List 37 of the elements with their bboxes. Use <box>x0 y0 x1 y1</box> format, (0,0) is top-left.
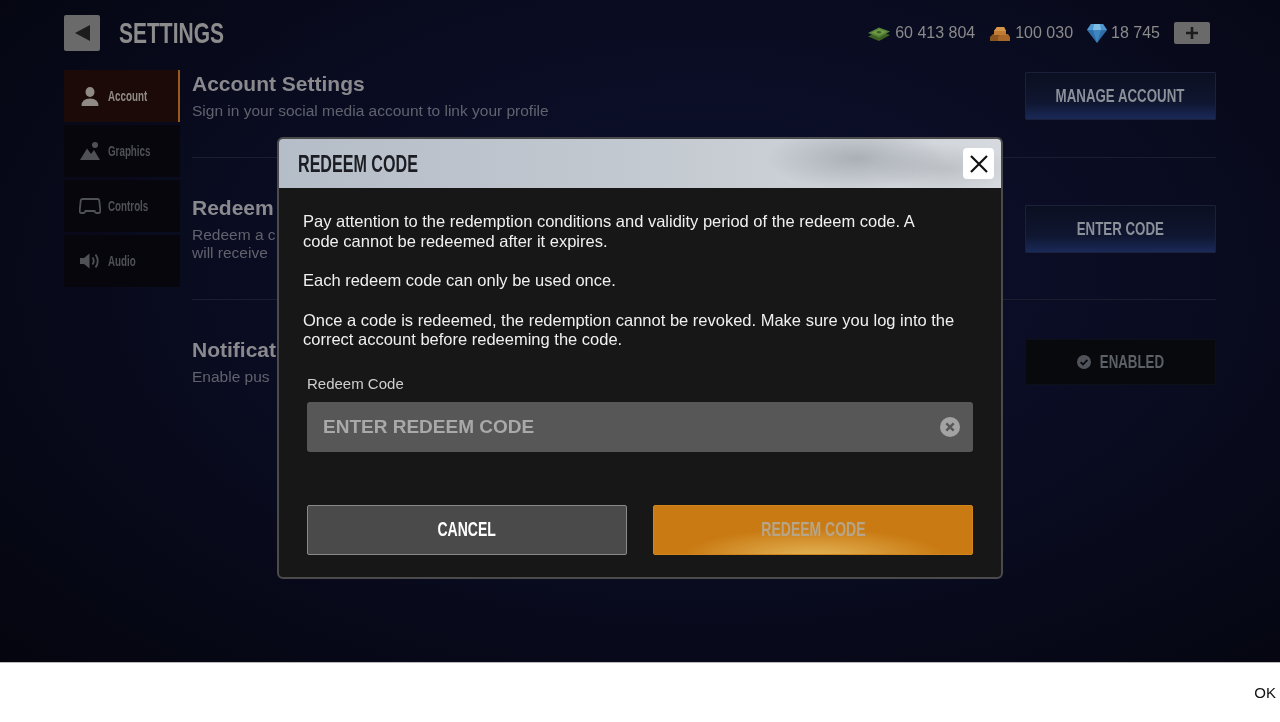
page-title: SETTINGS <box>119 15 224 51</box>
close-button[interactable] <box>963 148 994 179</box>
field-label: Redeem Code <box>307 374 405 393</box>
dialog-title: REDEEM CODE <box>298 149 418 179</box>
section-description: Enable pus <box>192 368 271 386</box>
action-button[interactable]: MANAGE ACCOUNT <box>1025 71 1216 120</box>
clear-icon <box>940 416 960 437</box>
sidebar-item[interactable]: Account <box>64 70 180 122</box>
triangle-left-icon <box>74 25 90 41</box>
section-title: Account Settings <box>192 71 366 97</box>
dialog-paragraph: Once a code is redeemed, the redemption cannot be revoked. Make sure you log into the correct account before redeeming the code. <box>303 310 956 350</box>
person-icon <box>81 86 99 106</box>
section-title: Notificat <box>192 337 276 363</box>
add-currency-button[interactable] <box>1174 22 1210 44</box>
section-description: Sign in your social media account to link your profile <box>192 102 549 120</box>
action-button[interactable]: ENTER CODE <box>1025 204 1216 253</box>
ingots-icon <box>989 24 1012 42</box>
currency-amount: 60 413 804 <box>895 24 976 42</box>
currency-amount: 100 030 <box>1015 24 1074 42</box>
ok-button[interactable]: OK <box>1254 684 1276 701</box>
speaker-icon <box>79 252 101 270</box>
section-title: Redeem <box>192 195 275 221</box>
currency-amount: 18 745 <box>1111 24 1160 42</box>
mountains-icon <box>80 142 100 160</box>
clear-button[interactable] <box>940 416 960 437</box>
redeem-code-field[interactable]: ENTER REDEEM CODE <box>307 401 973 452</box>
section-description: Redeem a c will receive <box>192 226 276 262</box>
check-circle-icon <box>1077 354 1092 369</box>
plus-icon <box>1186 27 1198 39</box>
dialog-paragraph: Each redeem code can only be used once. <box>303 271 617 291</box>
cancel-button[interactable]: CANCEL <box>307 504 627 555</box>
toggle-button[interactable]: ENABLED <box>1025 338 1216 385</box>
gamepad-icon <box>79 198 101 214</box>
gem-icon <box>1087 23 1108 43</box>
dialog-paragraph: Pay attention to the redemption conditions and validity period of the redeem code. A code cannot be redeemed after it expires. <box>303 212 916 251</box>
close-icon <box>969 154 988 173</box>
back-button[interactable] <box>64 15 100 51</box>
